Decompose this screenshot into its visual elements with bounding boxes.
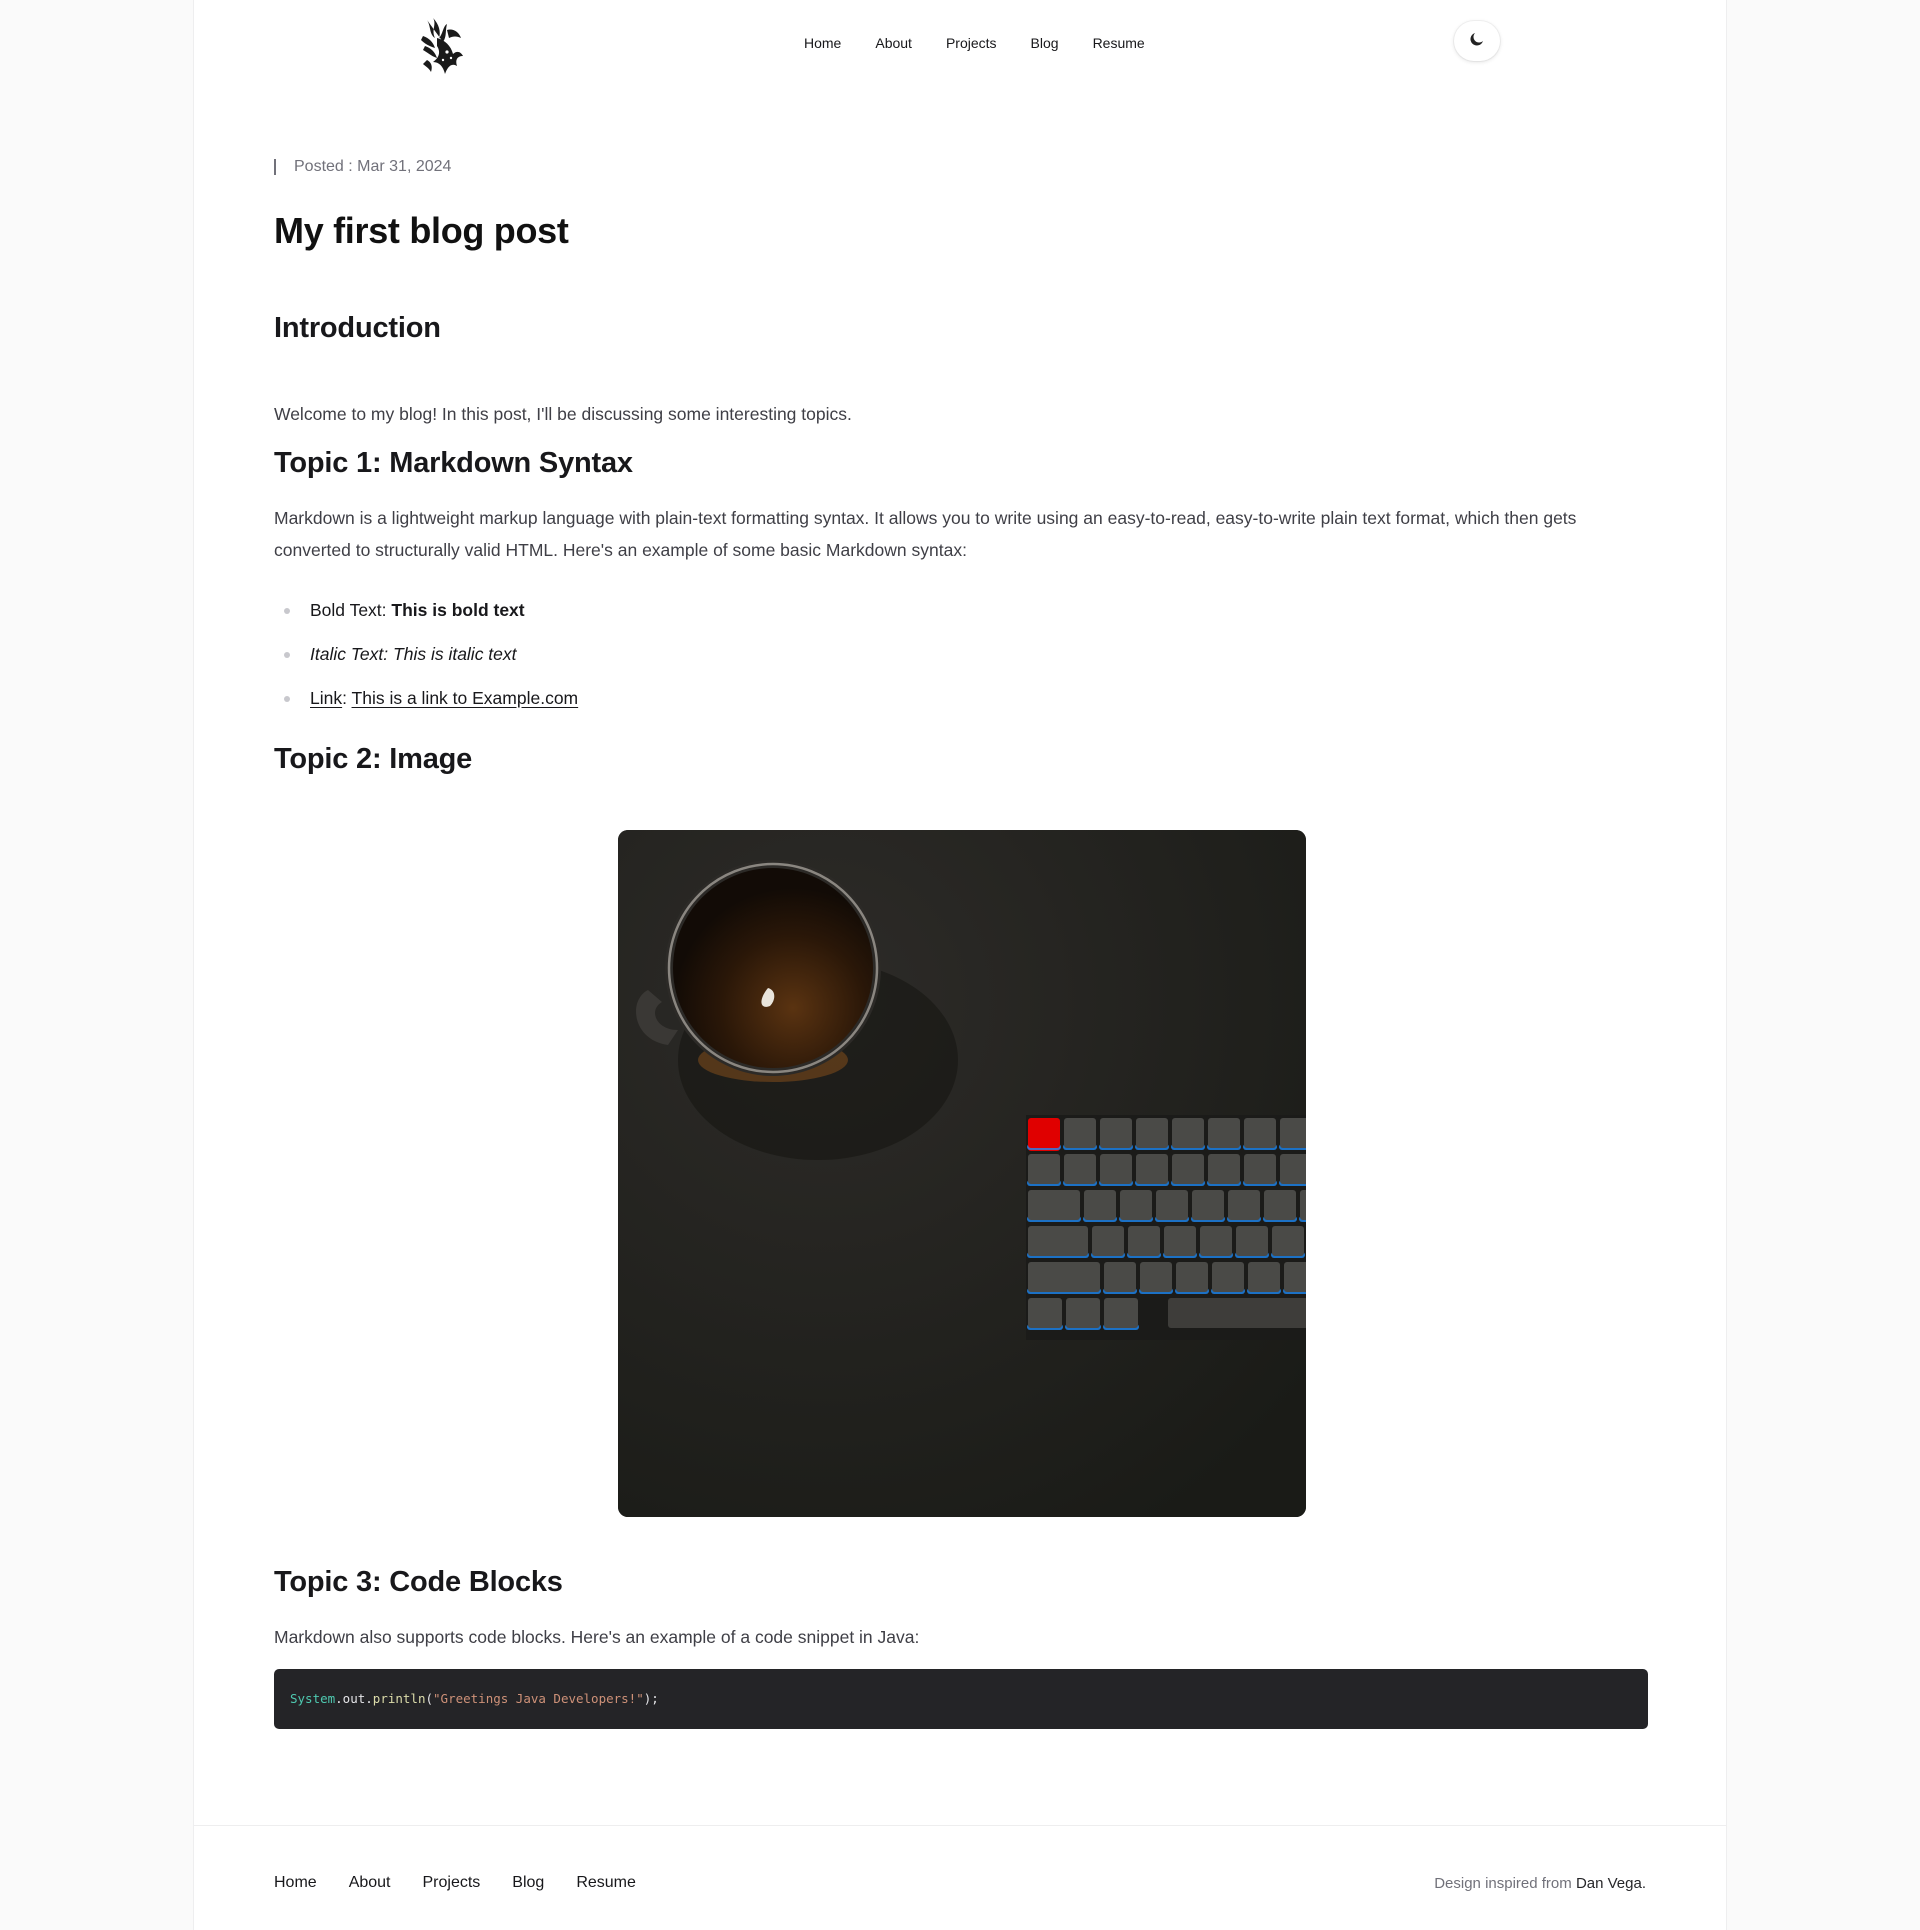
keycap <box>1300 1190 1306 1220</box>
keycap <box>1104 1262 1136 1292</box>
nav-resume[interactable]: Resume <box>1076 32 1162 54</box>
post-meta: Posted : Mar 31, 2024 <box>274 158 451 176</box>
italic-label: Italic Text <box>310 644 384 664</box>
phoenix-logo[interactable] <box>417 16 465 74</box>
footer-nav-projects[interactable]: Projects <box>423 1874 481 1892</box>
keycap <box>1212 1262 1244 1292</box>
keycap <box>1272 1226 1304 1256</box>
keycap <box>1236 1226 1268 1256</box>
keycap <box>1200 1226 1232 1256</box>
moon-icon <box>1468 30 1486 53</box>
keycap <box>1172 1154 1204 1184</box>
page-container: Home About Projects Blog Resume Posted :… <box>193 0 1727 1930</box>
footer-credit: Design inspired from Dan Vega. <box>1434 1875 1646 1892</box>
keycap <box>1100 1154 1132 1184</box>
keycap <box>1284 1262 1306 1292</box>
nav-projects[interactable]: Projects <box>929 32 1014 54</box>
nav-about[interactable]: About <box>858 32 929 54</box>
keycap <box>1128 1226 1160 1256</box>
keycap <box>1244 1118 1276 1148</box>
footer-nav-home[interactable]: Home <box>274 1874 317 1892</box>
example-link[interactable]: This is a link to Example.com <box>352 688 579 708</box>
heading-introduction: Introduction <box>274 312 441 344</box>
list-item-italic: Italic Text: This is italic text <box>274 638 578 682</box>
code-block[interactable]: System.out.println("Greetings Java Devel… <box>274 1669 1648 1729</box>
keycap <box>1156 1190 1188 1220</box>
heading-topic-1: Topic 1: Markdown Syntax <box>274 447 633 479</box>
keycap <box>1100 1118 1132 1148</box>
nav-home[interactable]: Home <box>787 32 858 54</box>
code-method: println <box>372 1691 426 1706</box>
keycap <box>1028 1190 1080 1220</box>
keycap <box>1092 1226 1124 1256</box>
keycap <box>1208 1118 1240 1148</box>
credit-author-link[interactable]: Dan Vega. <box>1576 1875 1646 1892</box>
bold-example: This is bold text <box>391 600 525 620</box>
heading-topic-2: Topic 2: Image <box>274 743 473 775</box>
keycap <box>1136 1154 1168 1184</box>
keycap <box>1120 1190 1152 1220</box>
keycap <box>1264 1190 1296 1220</box>
keycap <box>1104 1298 1138 1328</box>
desk-photo <box>618 830 1306 1517</box>
topic-3-paragraph: Markdown also supports code blocks. Here… <box>274 1627 920 1647</box>
keycap <box>1084 1190 1116 1220</box>
spacebar <box>1168 1298 1306 1328</box>
heading-topic-3: Topic 3: Code Blocks <box>274 1566 563 1598</box>
keycap <box>1176 1262 1208 1292</box>
code-member: .out. <box>335 1691 373 1706</box>
keycap <box>1248 1262 1280 1292</box>
link-label[interactable]: Link <box>310 688 342 708</box>
keycap <box>1066 1298 1100 1328</box>
keycap <box>1280 1118 1306 1148</box>
code-class: System <box>290 1691 336 1706</box>
keycap <box>1028 1118 1060 1148</box>
italic-example: This is italic text <box>393 644 517 664</box>
code-string: "Greetings Java Developers!" <box>433 1691 644 1706</box>
footer-nav-resume[interactable]: Resume <box>576 1874 636 1892</box>
keycap <box>1208 1154 1240 1184</box>
meta-divider <box>274 159 276 175</box>
keycap <box>1280 1154 1306 1184</box>
list-item-bold: Bold Text: This is bold text <box>274 594 578 638</box>
list-item-link: Link: This is a link to Example.com <box>274 682 578 726</box>
keycap <box>1136 1118 1168 1148</box>
main-nav: Home About Projects Blog Resume <box>787 32 1162 54</box>
bold-label: Bold Text <box>310 600 382 620</box>
code-open: ( <box>425 1691 434 1706</box>
topic-1-paragraph: Markdown is a lightweight markup languag… <box>274 508 1577 560</box>
keycap <box>1192 1190 1224 1220</box>
footer-nav-blog[interactable]: Blog <box>512 1874 544 1892</box>
credit-prefix: Design inspired from <box>1434 1875 1572 1892</box>
code-close: ); <box>643 1691 659 1706</box>
keycap <box>1028 1262 1100 1292</box>
posted-date: Posted : Mar 31, 2024 <box>294 158 452 175</box>
keycap <box>1028 1226 1088 1256</box>
keycap <box>1244 1154 1276 1184</box>
post-title: My first blog post <box>274 210 569 251</box>
theme-toggle-button[interactable] <box>1454 21 1500 61</box>
nav-blog[interactable]: Blog <box>1014 32 1076 54</box>
footer-nav-about[interactable]: About <box>349 1874 391 1892</box>
keycap <box>1172 1118 1204 1148</box>
site-footer: Home About Projects Blog Resume Design i… <box>194 1825 1726 1930</box>
keycap <box>1064 1154 1096 1184</box>
markdown-examples-list: Bold Text: This is bold text Italic Text… <box>274 594 578 726</box>
keycap <box>1228 1190 1260 1220</box>
site-header: Home About Projects Blog Resume <box>194 0 1726 86</box>
keycap <box>1028 1154 1060 1184</box>
footer-nav: Home About Projects Blog Resume <box>274 1874 636 1892</box>
intro-paragraph: Welcome to my blog! In this post, I'll b… <box>274 404 852 424</box>
keycap <box>1028 1298 1062 1328</box>
keycap <box>1140 1262 1172 1292</box>
keycap <box>1064 1118 1096 1148</box>
keycap <box>1164 1226 1196 1256</box>
